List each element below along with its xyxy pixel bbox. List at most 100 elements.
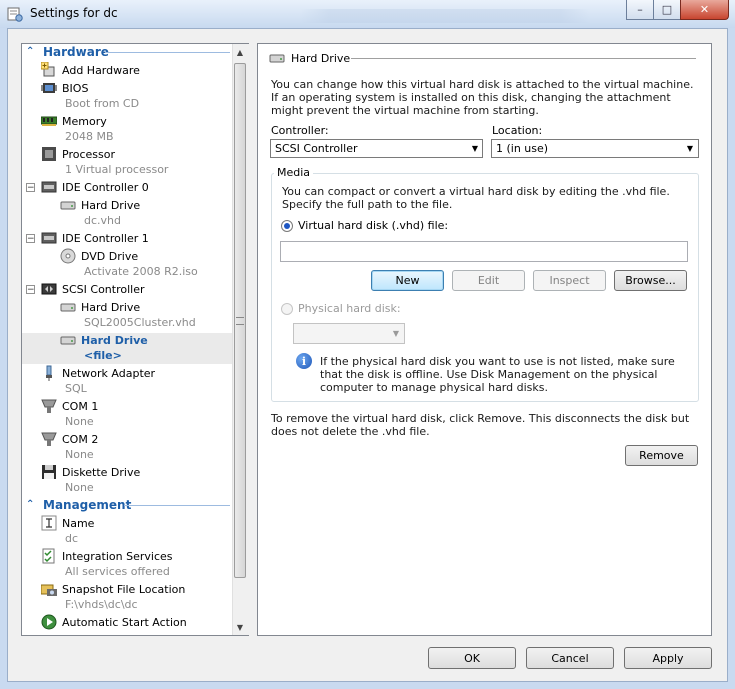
scroll-up-arrow-icon[interactable]: ▲ <box>232 44 248 60</box>
com-port-icon <box>41 432 57 446</box>
dvd-disc-icon <box>60 248 76 264</box>
tree-item-detail: None <box>65 448 94 461</box>
tree-item-label: Diskette Drive <box>62 466 141 479</box>
tree-item-detail: All services offered <box>65 565 170 578</box>
tree-item-label: Network Adapter <box>62 367 156 380</box>
tree-item-label: Hard Drive <box>81 334 148 347</box>
tree-item-label: IDE Controller 0 <box>62 181 149 194</box>
management-header-rule <box>124 505 230 506</box>
tree-item-detail: None <box>65 415 94 428</box>
controller-label: Controller: <box>271 124 329 137</box>
collapse-expander-icon[interactable]: − <box>26 234 35 244</box>
hardware-group-header[interactable]: Hardware <box>43 45 109 59</box>
info-icon: i <box>296 353 312 369</box>
ide-controller-icon <box>41 181 57 193</box>
remove-instructions: To remove the virtual hard disk, click R… <box>271 412 690 438</box>
physical-disk-dropdown[interactable] <box>293 323 405 344</box>
new-button[interactable]: New <box>371 270 444 291</box>
ok-button[interactable]: OK <box>428 647 516 669</box>
scroll-down-arrow-icon[interactable]: ▼ <box>232 619 248 635</box>
controller-dropdown[interactable]: SCSI Controller <box>270 139 483 158</box>
network-adapter-icon <box>46 365 52 381</box>
minimize-button[interactable]: – <box>626 0 654 20</box>
collapse-management-icon[interactable]: ⌃ <box>26 499 34 510</box>
background-window-ghost <box>300 9 590 23</box>
tree-item-label: Add Hardware <box>62 64 140 77</box>
window-title: Settings for dc <box>30 6 118 20</box>
automatic-start-icon <box>41 614 57 630</box>
media-description: You can compact or convert a virtual har… <box>282 185 670 211</box>
tree-item-label: Snapshot File Location <box>62 583 186 596</box>
tree-item-label: COM 1 <box>62 400 99 413</box>
dropdown-arrow-icon: ▼ <box>471 144 479 153</box>
tree-item-label: Name <box>62 517 95 530</box>
vhd-file-radio-label: Virtual hard disk (.vhd) file: <box>298 219 449 232</box>
settings-window-icon <box>7 7 23 22</box>
location-dropdown-value: 1 (in use) <box>496 142 549 155</box>
physical-disk-info-text: If the physical hard disk you want to us… <box>320 355 675 394</box>
collapse-expander-icon[interactable]: − <box>26 183 35 193</box>
location-label: Location: <box>492 124 543 137</box>
tree-item-label: Hard Drive <box>81 301 141 314</box>
location-dropdown[interactable]: 1 (in use) <box>491 139 699 158</box>
section-title: Hard Drive <box>291 52 351 65</box>
close-button[interactable]: ✕ <box>680 0 729 20</box>
scrollbar-grip-icon <box>236 317 244 325</box>
bios-chip-icon <box>41 83 57 93</box>
media-legend: Media <box>274 166 314 179</box>
tree-item-label: Memory <box>62 115 107 128</box>
section-title-rule <box>351 58 696 59</box>
hardware-header-rule <box>105 52 230 53</box>
tree-item-detail: dc.vhd <box>84 214 121 227</box>
maximize-button[interactable]: □ <box>653 0 681 20</box>
tree-item-label: COM 2 <box>62 433 99 446</box>
add-hardware-icon <box>41 62 55 77</box>
inspect-button[interactable]: Inspect <box>533 270 606 291</box>
processor-icon <box>42 147 56 161</box>
hard-drive-icon <box>269 54 285 63</box>
ide-controller-icon <box>41 232 57 244</box>
hard-drive-icon <box>60 336 76 345</box>
tree-item-detail: 2048 MB <box>65 130 114 143</box>
tree-item-label: Hard Drive <box>81 199 141 212</box>
management-group-header[interactable]: Management <box>43 498 131 512</box>
floppy-disk-icon <box>42 465 56 479</box>
hard-drive-icon <box>60 303 76 312</box>
vhd-path-input[interactable] <box>280 241 688 262</box>
hard-drive-icon <box>60 201 76 210</box>
com-port-icon <box>41 399 57 413</box>
tree-item-detail: None <box>65 481 94 494</box>
tree-item-detail: <file> <box>84 349 122 362</box>
tree-item-detail: Boot from CD <box>65 97 140 110</box>
integration-services-icon <box>42 548 55 564</box>
remove-button[interactable]: Remove <box>625 445 698 466</box>
tree-item-label: DVD Drive <box>81 250 139 263</box>
controller-dropdown-value: SCSI Controller <box>275 142 358 155</box>
tree-item-label: Integration Services <box>62 550 173 563</box>
tree-item-label: Automatic Start Action <box>62 616 187 629</box>
physical-disk-radio-label: Physical hard disk: <box>298 302 401 315</box>
cancel-button[interactable]: Cancel <box>526 647 614 669</box>
dropdown-arrow-icon: ▼ <box>392 329 400 338</box>
tree-item-detail: dc <box>65 532 79 545</box>
tree-item-label: Processor <box>62 148 115 161</box>
edit-button[interactable]: Edit <box>452 270 525 291</box>
apply-button[interactable]: Apply <box>624 647 712 669</box>
collapse-hardware-icon[interactable]: ⌃ <box>26 46 34 57</box>
intro-text: You can change how this virtual hard dis… <box>271 78 694 117</box>
vhd-file-radio[interactable] <box>281 220 293 232</box>
tree-item-label: SCSI Controller <box>62 283 145 296</box>
collapse-expander-icon[interactable]: − <box>26 285 35 295</box>
physical-disk-radio[interactable] <box>281 303 293 315</box>
tree-item-label: IDE Controller 1 <box>62 232 149 245</box>
name-field-icon <box>41 515 57 531</box>
tree-item-label: BIOS <box>62 82 89 95</box>
browse-button[interactable]: Browse... <box>614 270 687 291</box>
snapshot-camera-icon <box>41 584 57 596</box>
tree-item-detail: F:\vhds\dc\dc <box>65 598 138 611</box>
memory-icon <box>41 116 57 126</box>
scsi-controller-icon <box>41 283 57 295</box>
tree-item-detail: Activate 2008 R2.iso <box>84 265 198 278</box>
tree-item-detail: SQL2005Cluster.vhd <box>84 316 196 329</box>
tree-item-detail: 1 Virtual processor <box>65 163 169 176</box>
